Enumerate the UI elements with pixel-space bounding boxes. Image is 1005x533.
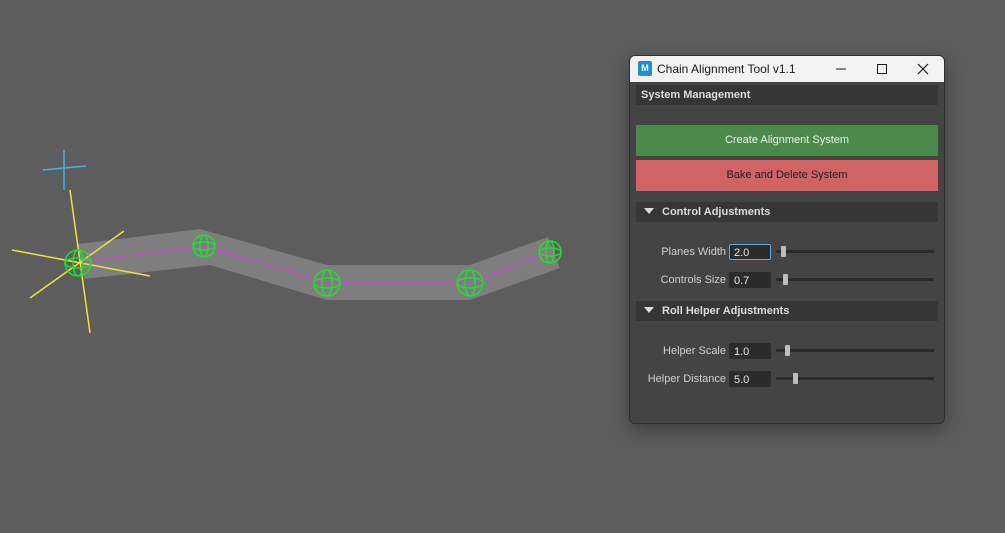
helper-distance-slider-handle[interactable] xyxy=(793,373,798,384)
window-titlebar[interactable]: M Chain Alignment Tool v1.1 xyxy=(630,56,944,82)
maximize-button[interactable] xyxy=(862,56,902,82)
planes-width-field[interactable]: 2.0 xyxy=(729,244,771,260)
bake-and-delete-system-button[interactable]: Bake and Delete System xyxy=(636,160,938,191)
controls-size-slider[interactable] xyxy=(776,278,934,281)
create-alignment-system-button[interactable]: Create Alignment System xyxy=(636,125,938,156)
minimize-button[interactable] xyxy=(821,56,861,82)
controls-size-slider-handle[interactable] xyxy=(783,274,788,285)
window-title: Chain Alignment Tool v1.1 xyxy=(657,62,796,76)
helper-scale-slider-handle[interactable] xyxy=(785,345,790,356)
roll-helper-adjustments-header[interactable]: Roll Helper Adjustments xyxy=(636,301,938,321)
collapse-triangle-icon xyxy=(644,208,654,214)
helper-distance-slider[interactable] xyxy=(776,377,934,380)
collapse-triangle-icon xyxy=(644,307,654,313)
helper-distance-label: Helper Distance xyxy=(647,373,726,385)
chain-alignment-tool-window: M Chain Alignment Tool v1.1 System Manag… xyxy=(629,55,945,424)
controls-size-label: Controls Size xyxy=(660,274,726,286)
roll-helper-adjustments-title: Roll Helper Adjustments xyxy=(662,305,790,317)
helper-scale-field[interactable]: 1.0 xyxy=(729,343,771,359)
maximize-icon xyxy=(877,64,887,74)
helper-distance-field[interactable]: 5.0 xyxy=(729,371,771,387)
close-icon xyxy=(917,63,929,75)
system-management-title: System Management xyxy=(641,89,751,101)
control-adjustments-header[interactable]: Control Adjustments xyxy=(636,202,938,222)
close-button[interactable] xyxy=(903,56,943,82)
maya-app-icon: M xyxy=(638,61,652,76)
controls-size-field[interactable]: 0.7 xyxy=(729,272,771,288)
helper-scale-label: Helper Scale xyxy=(663,345,726,357)
planes-width-slider[interactable] xyxy=(776,250,934,253)
planes-width-label: Planes Width xyxy=(661,246,726,258)
system-management-header: System Management xyxy=(636,85,938,105)
helper-scale-slider[interactable] xyxy=(776,349,934,352)
planes-width-slider-handle[interactable] xyxy=(781,246,786,257)
minimize-icon xyxy=(836,68,846,70)
control-adjustments-title: Control Adjustments xyxy=(662,206,771,218)
